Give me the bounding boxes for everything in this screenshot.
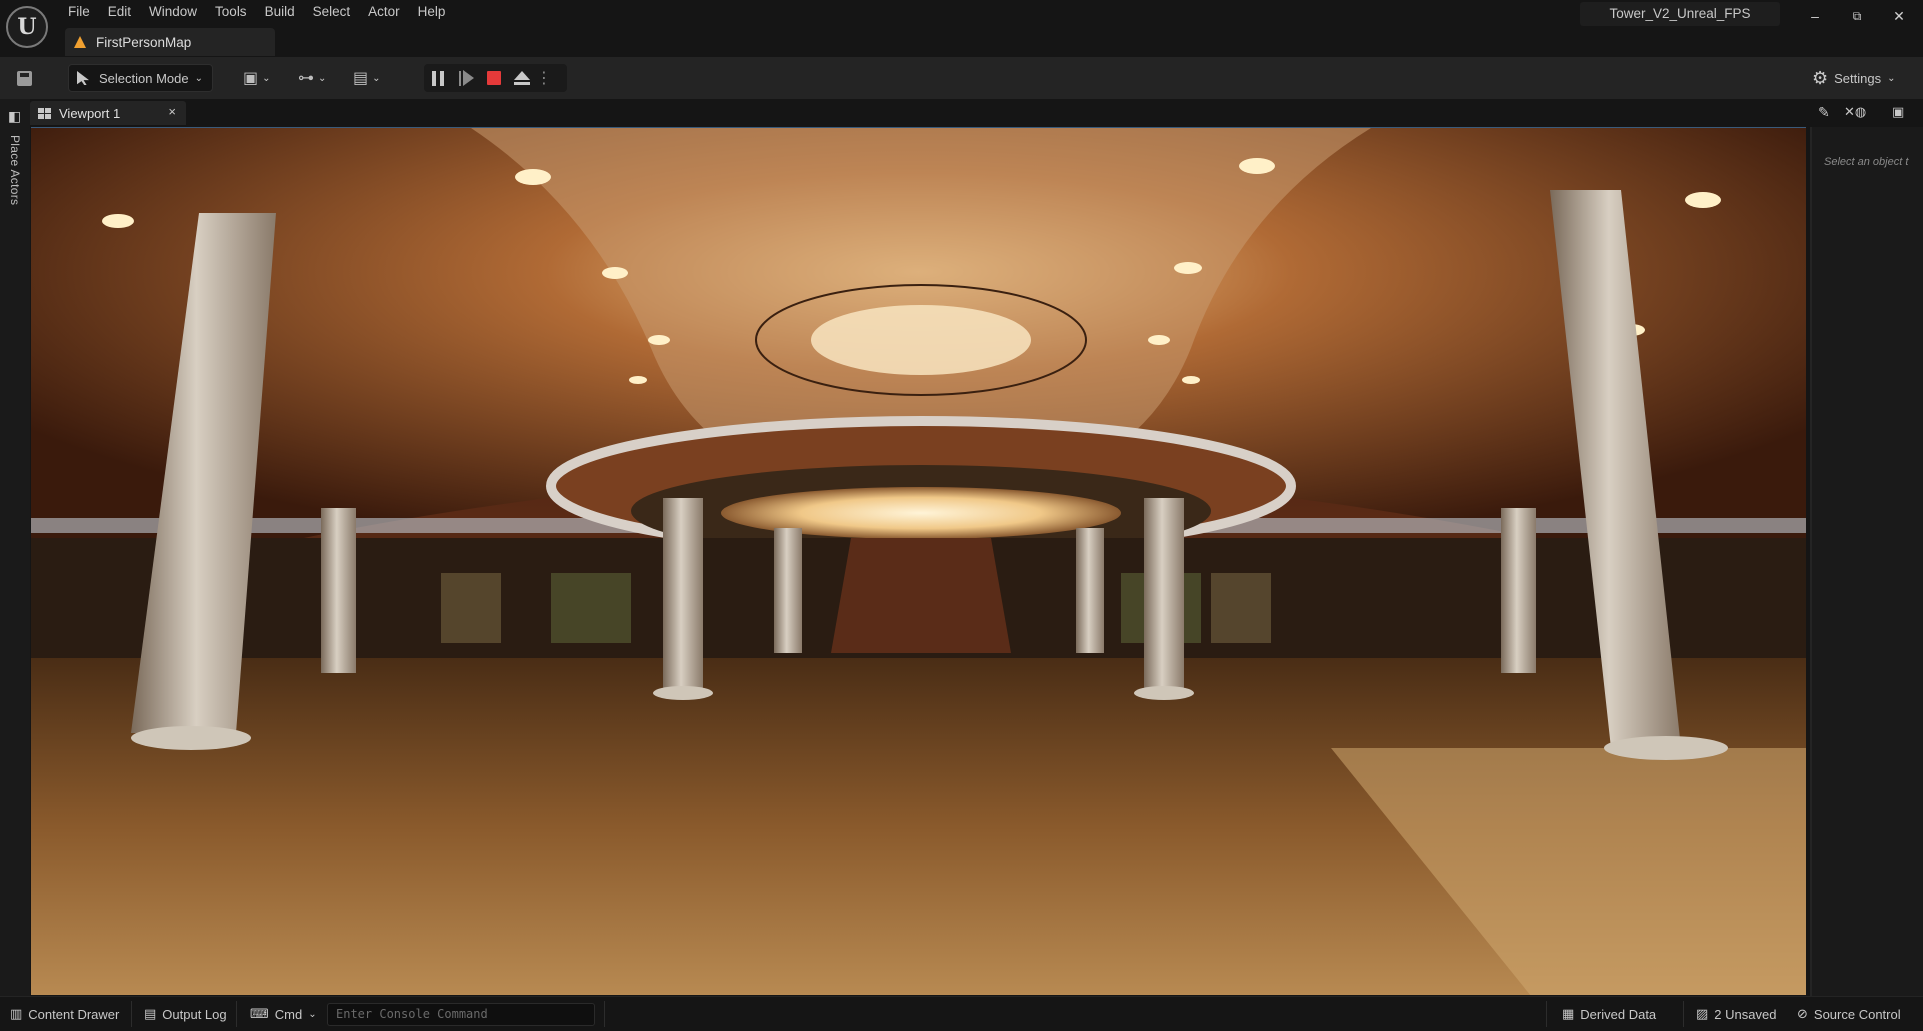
level-tab-label: FirstPersonMap — [96, 34, 192, 50]
separator — [236, 1001, 237, 1027]
chevron-down-icon: ⌄ — [262, 72, 271, 84]
main-toolbar: Selection Mode ⌄ ▣ ⌄ ⊶ ⌄ ▤ ⌄ ⋮ ⚙ Setting… — [0, 57, 1923, 99]
menu-help[interactable]: Help — [409, 0, 455, 24]
terminal-icon: ⌨ — [250, 1006, 269, 1021]
menu-build[interactable]: Build — [256, 0, 304, 24]
add-actor-button[interactable]: ▣ ⌄ — [243, 66, 271, 90]
restore-button[interactable]: ⧉ — [1837, 4, 1877, 28]
scene-render — [31, 128, 1806, 995]
viewport-tabbar: Viewport 1 × — [30, 99, 1810, 127]
separator — [1546, 1001, 1547, 1027]
derived-data-label: Derived Data — [1580, 1006, 1657, 1022]
unsaved-icon: ▨ — [1696, 1006, 1709, 1021]
console-command-input[interactable]: Enter Console Command — [327, 1003, 595, 1026]
save-icon[interactable] — [14, 68, 34, 88]
separator — [1683, 1001, 1684, 1027]
chevron-down-icon: ⌄ — [1887, 72, 1896, 84]
frame-skip-button[interactable] — [452, 64, 480, 92]
content-drawer-label: Content Drawer — [28, 1006, 120, 1022]
viewport-tab-label: Viewport 1 — [59, 105, 121, 121]
menu-select[interactable]: Select — [304, 0, 360, 24]
more-options-icon[interactable]: ⋮ — [536, 64, 552, 92]
place-actors-icon[interactable]: ◧ — [8, 109, 22, 123]
level-viewport[interactable] — [31, 127, 1806, 995]
source-control-icon: ⊘ — [1797, 1006, 1808, 1021]
separator — [131, 1001, 132, 1027]
viewport-tab[interactable]: Viewport 1 × — [30, 101, 186, 125]
blueprint-icon: ⊶ — [298, 70, 314, 87]
menu-window[interactable]: Window — [140, 0, 206, 24]
details-toolbar: ✎ ✕◍ ▣ — [1810, 99, 1923, 127]
cmd-label: Cmd — [274, 1006, 303, 1022]
menu-actor[interactable]: Actor — [359, 0, 409, 24]
blueprint-button[interactable]: ⊶ ⌄ — [298, 66, 326, 90]
content-drawer-icon: ▥ — [10, 1006, 23, 1021]
cmd-dropdown[interactable]: ⌨ Cmd ⌄ — [250, 997, 317, 1031]
selection-mode-label: Selection Mode — [99, 70, 189, 86]
title-bar: U File Edit Window Tools Build Select Ac… — [0, 0, 1923, 57]
close-window-button[interactable]: ✕ — [1879, 4, 1919, 28]
status-bar: ▥ Content Drawer ▤ Output Log ⌨ Cmd ⌄ En… — [0, 996, 1923, 1031]
panel-icon[interactable]: ▣ — [1892, 104, 1908, 120]
separator — [604, 1001, 605, 1027]
source-control-label: Source Control — [1813, 1006, 1901, 1022]
chevron-down-icon: ⌄ — [308, 1008, 317, 1020]
chevron-down-icon: ⌄ — [372, 72, 381, 84]
unsaved-label: 2 Unsaved — [1714, 1006, 1777, 1022]
output-log-button[interactable]: ▤ Output Log — [144, 997, 227, 1031]
project-name: Tower_V2_Unreal_FPS — [1580, 2, 1780, 26]
left-rail: ◧ Place Actors — [0, 99, 30, 996]
play-controls: ⋮ — [424, 64, 567, 92]
unsaved-button[interactable]: ▨ 2 Unsaved — [1696, 997, 1776, 1031]
pause-button[interactable] — [424, 64, 452, 92]
place-actors-tab[interactable]: Place Actors — [8, 135, 22, 205]
viewport-layout-icon — [38, 107, 51, 119]
world-settings-icon[interactable]: ✕◍ — [1844, 104, 1870, 122]
clapperboard-icon: ▤ — [353, 70, 369, 87]
eject-button[interactable] — [508, 64, 536, 92]
menu-tools[interactable]: Tools — [206, 0, 256, 24]
level-tab[interactable]: FirstPersonMap — [65, 28, 275, 56]
pencil-icon[interactable]: ✎ — [1818, 104, 1836, 122]
selection-mode-dropdown[interactable]: Selection Mode ⌄ — [68, 64, 213, 92]
chevron-down-icon: ⌄ — [318, 72, 327, 84]
level-icon — [74, 36, 86, 48]
stop-button[interactable] — [480, 64, 508, 92]
details-panel: ✎ ✕◍ ▣ Select an object t — [1810, 99, 1923, 996]
derived-data-icon: ▦ — [1562, 1006, 1575, 1021]
minimize-button[interactable]: – — [1795, 4, 1835, 28]
output-log-label: Output Log — [162, 1006, 227, 1022]
unreal-logo-icon[interactable]: U — [6, 6, 48, 48]
close-icon[interactable]: × — [168, 104, 176, 119]
settings-button[interactable]: ⚙ Settings ⌄ — [1812, 66, 1896, 90]
divider — [1810, 127, 1812, 996]
main-menu: File Edit Window Tools Build Select Acto… — [58, 0, 454, 24]
source-control-button[interactable]: ⊘ Source Control — [1797, 997, 1901, 1031]
derived-data-button[interactable]: ▦ Derived Data — [1562, 997, 1656, 1031]
add-cube-icon: ▣ — [243, 70, 259, 87]
menu-edit[interactable]: Edit — [99, 0, 140, 24]
chevron-down-icon: ⌄ — [194, 72, 204, 84]
menu-file[interactable]: File — [58, 0, 99, 24]
settings-label: Settings — [1834, 70, 1882, 86]
cursor-icon — [77, 71, 89, 85]
content-drawer-button[interactable]: ▥ Content Drawer — [10, 997, 119, 1031]
cinematics-button[interactable]: ▤ ⌄ — [353, 66, 381, 90]
details-hint: Select an object t — [1824, 156, 1909, 168]
output-log-icon: ▤ — [144, 1006, 157, 1021]
gear-icon: ⚙ — [1812, 67, 1829, 88]
